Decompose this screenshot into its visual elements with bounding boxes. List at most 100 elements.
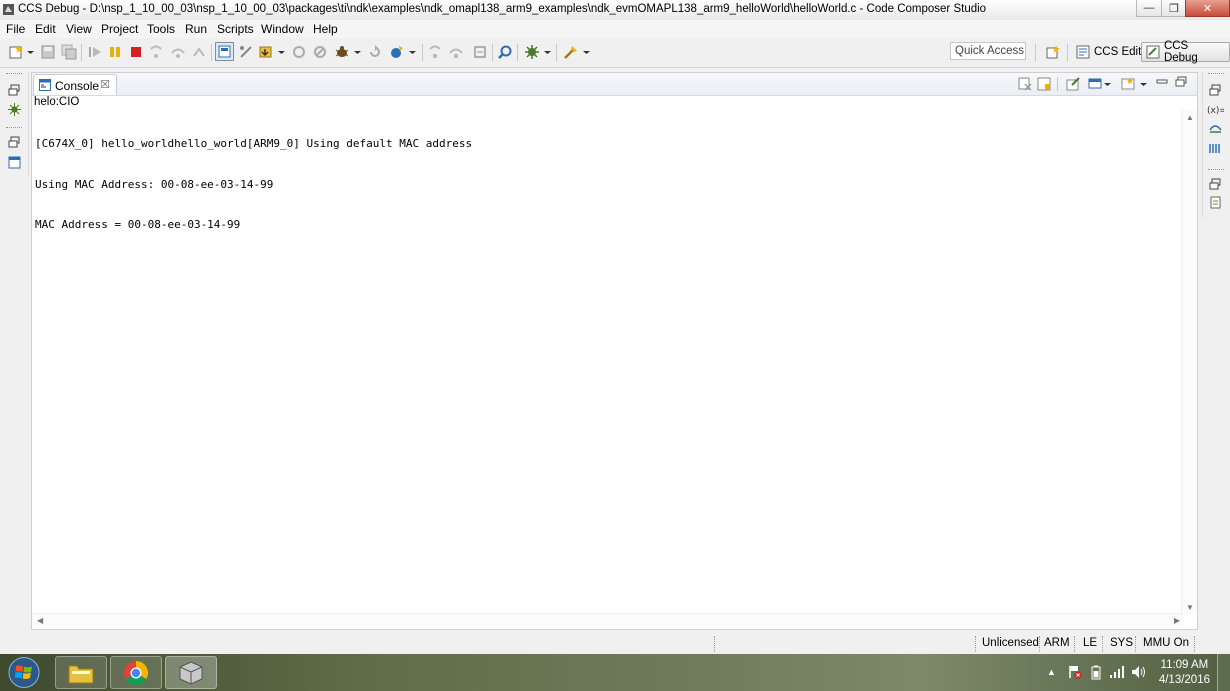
scroll-lock-icon[interactable] (1037, 77, 1051, 91)
suspend-icon[interactable] (107, 44, 123, 60)
status-separator (1135, 636, 1137, 652)
chevron-down-icon[interactable] (1103, 77, 1112, 91)
quick-access-input[interactable]: Quick Access (950, 42, 1026, 60)
pin-console-icon[interactable] (1066, 77, 1080, 91)
trim-grip (6, 127, 22, 128)
outline-icon[interactable] (1209, 196, 1222, 209)
display-console-icon[interactable] (1088, 77, 1102, 91)
menu-window[interactable]: Window (261, 22, 304, 36)
toolbar-separator (422, 44, 423, 61)
project-explorer-icon[interactable] (8, 156, 21, 169)
horizontal-scrollbar[interactable]: ◀ ▶ (32, 613, 1183, 629)
menu-project[interactable]: Project (101, 22, 138, 36)
breakpoint-icon[interactable] (291, 44, 307, 60)
vertical-scrollbar[interactable]: ▲ ▼ (1181, 110, 1197, 614)
load-program-icon[interactable] (258, 44, 274, 60)
reset-icon[interactable] (472, 44, 488, 60)
terminate-icon[interactable] (128, 44, 144, 60)
resume-icon[interactable] (87, 44, 103, 60)
toggle-view-icon[interactable] (215, 42, 234, 61)
show-hidden-icons-icon[interactable]: ▲ (1047, 667, 1056, 677)
assembly-step-over-icon[interactable] (448, 44, 464, 60)
variables-icon[interactable]: (x)= (1207, 103, 1224, 116)
scroll-down-icon[interactable]: ▼ (1186, 603, 1194, 612)
perspective-ccs-edit[interactable]: CCS Edit (1072, 42, 1145, 62)
open-perspective-icon[interactable] (1045, 44, 1061, 60)
maximize-button[interactable]: ❐ (1161, 0, 1187, 17)
chevron-down-icon[interactable] (582, 44, 591, 60)
window-title: CCS Debug - D:\nsp_1_10_00_03\nsp_1_10_0… (18, 3, 987, 15)
close-tab-icon[interactable]: ☒ (100, 78, 110, 91)
scroll-right-icon[interactable]: ▶ (1174, 616, 1180, 625)
folder-icon (68, 665, 94, 683)
minimize-button[interactable]: — (1136, 0, 1162, 17)
step-into-icon[interactable] (148, 44, 164, 60)
menu-run[interactable]: Run (185, 22, 207, 36)
chevron-down-icon[interactable] (26, 44, 35, 60)
scroll-up-icon[interactable]: ▲ (1186, 113, 1194, 122)
remove-breakpoints-icon[interactable] (312, 44, 328, 60)
restore-icon[interactable] (1209, 178, 1222, 191)
open-console-icon[interactable] (1121, 77, 1135, 91)
chrome-icon (124, 660, 149, 685)
minimize-view-icon[interactable] (1156, 76, 1168, 88)
restore-icon[interactable] (1209, 84, 1222, 97)
menu-scripts[interactable]: Scripts (217, 22, 254, 36)
show-desktop-button[interactable] (1217, 654, 1230, 691)
close-window-button[interactable]: ✕ (1185, 0, 1230, 17)
toolbar-separator (1067, 44, 1068, 61)
status-separator (1074, 636, 1076, 652)
menu-view[interactable]: View (66, 22, 92, 36)
battery-icon[interactable] (1091, 665, 1101, 680)
perspective-ccs-debug[interactable]: CCS Debug (1141, 40, 1230, 64)
taskbar-code-composer[interactable] (165, 656, 217, 689)
expressions-icon[interactable] (1209, 122, 1222, 135)
taskbar-chrome[interactable] (110, 656, 162, 689)
menu-tools[interactable]: Tools (147, 22, 175, 36)
taskbar-explorer[interactable] (55, 656, 107, 689)
chevron-down-icon[interactable] (1139, 77, 1148, 91)
network-signal-icon[interactable] (1109, 665, 1125, 679)
chevron-down-icon[interactable] (543, 44, 552, 60)
restore-icon[interactable] (8, 136, 21, 149)
console-tab-bar: Console ☒ (32, 73, 1197, 96)
toolbar-separator (492, 44, 493, 61)
title-bar: CCS Debug - D:\nsp_1_10_00_03\nsp_1_10_0… (0, 0, 1230, 21)
ccs-app-icon[interactable] (3, 4, 14, 15)
action-center-icon[interactable] (1068, 665, 1082, 679)
restart-icon[interactable] (367, 44, 383, 60)
save-all-icon[interactable] (61, 44, 77, 60)
search-icon[interactable] (497, 44, 513, 60)
console-line: [C674X_0] hello_worldhello_world[ARM9_0]… (35, 137, 473, 150)
assembly-step-into-icon[interactable] (427, 44, 443, 60)
step-over-icon[interactable] (170, 44, 186, 60)
maximize-icon: ❐ (1169, 2, 1179, 15)
maximize-view-icon[interactable] (1175, 76, 1187, 88)
menu-file[interactable]: File (6, 22, 25, 36)
step-return-icon[interactable] (191, 44, 207, 60)
system-clock[interactable]: 11:09 AM 4/13/2016 (1159, 658, 1210, 688)
tab-console[interactable]: Console ☒ (33, 74, 117, 95)
main-toolbar: Quick Access CCS Edit CCS Debug (0, 38, 1230, 68)
target-config-icon[interactable] (238, 44, 254, 60)
external-tools-icon[interactable] (563, 44, 579, 60)
volume-icon[interactable] (1131, 665, 1147, 679)
scroll-left-icon[interactable]: ◀ (37, 616, 43, 625)
save-icon[interactable] (40, 44, 56, 60)
console-output[interactable]: [C674X_0] hello_worldhello_world[ARM9_0]… (35, 110, 472, 259)
debug-bug-icon[interactable] (334, 44, 350, 60)
debug-settings-icon[interactable] (524, 44, 540, 60)
chevron-down-icon[interactable] (408, 44, 417, 60)
clear-console-icon[interactable] (1018, 77, 1032, 91)
start-button-icon[interactable] (6, 656, 42, 689)
new-icon[interactable] (8, 44, 24, 60)
chevron-down-icon[interactable] (277, 44, 286, 60)
registers-icon[interactable] (1209, 142, 1222, 155)
menu-edit[interactable]: Edit (35, 22, 56, 36)
menu-help[interactable]: Help (313, 22, 338, 36)
run-tool-icon[interactable] (389, 44, 405, 60)
chevron-down-icon[interactable] (353, 44, 362, 60)
restore-icon[interactable] (8, 84, 21, 97)
debug-view-icon[interactable] (8, 103, 21, 116)
right-trim-bar: (x)= (1202, 72, 1229, 218)
